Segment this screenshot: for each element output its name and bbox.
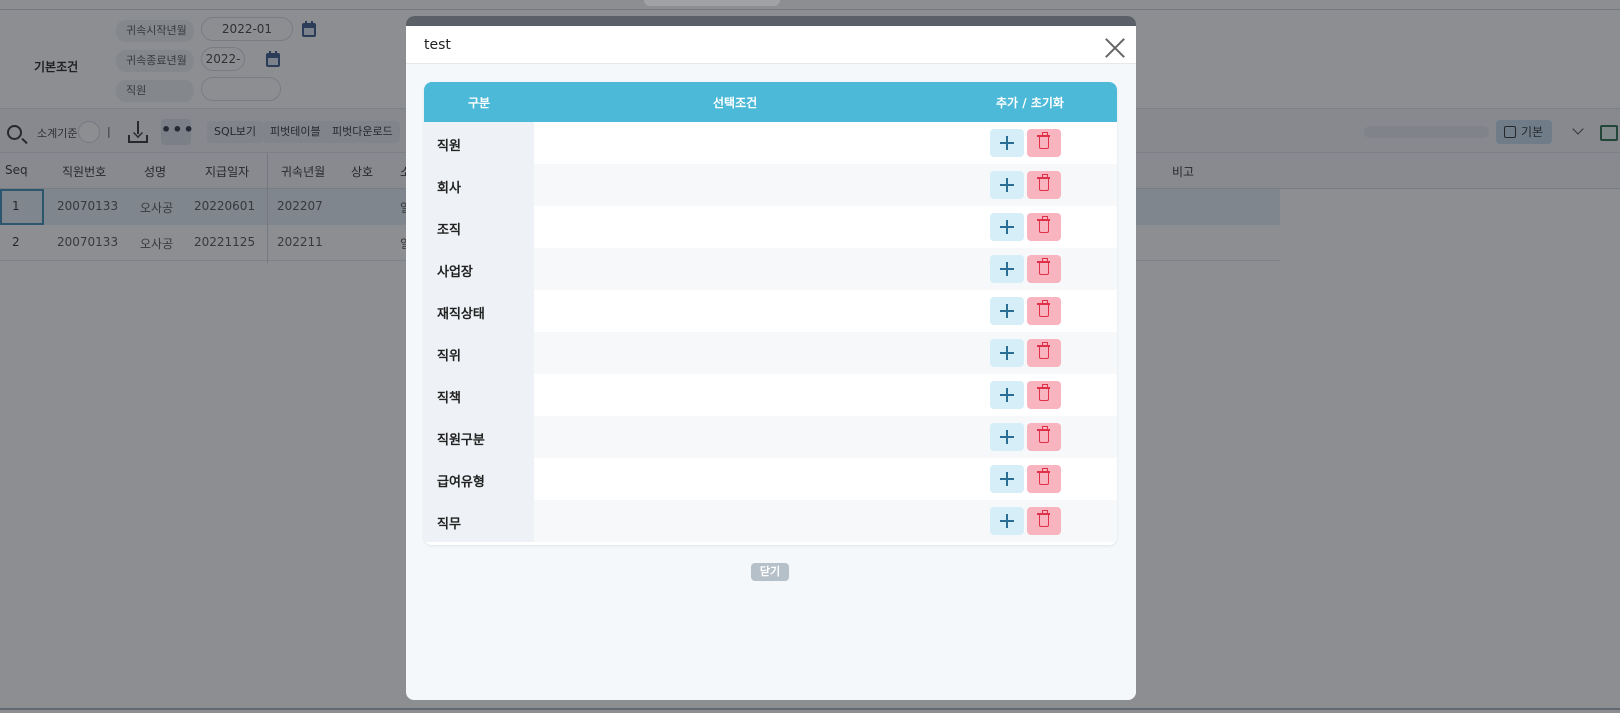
condition-row: 직원구분 [424, 416, 1117, 458]
condition-label: 직책 [437, 391, 461, 406]
condition-row: 회사 [424, 164, 1117, 206]
dialog-topbar [406, 16, 1136, 26]
trash-icon [1037, 300, 1050, 317]
trash-icon [1037, 174, 1050, 191]
column-header: 선택조건 [713, 96, 758, 110]
condition-label: 급여유형 [437, 475, 485, 490]
condition-row: 직책 [424, 374, 1117, 416]
condition-table: 구분 선택조건 추가 / 초기화 직원 회사 조직 사업장 재직상태 직위 직책… [424, 82, 1117, 545]
add-icon[interactable] [990, 171, 1024, 199]
add-icon[interactable] [990, 381, 1024, 409]
column-header: 추가 / 초기화 [996, 96, 1064, 110]
close-icon[interactable] [1104, 37, 1126, 59]
reset-button[interactable] [1027, 171, 1061, 199]
condition-row: 조직 [424, 206, 1117, 248]
trash-icon [1037, 426, 1050, 443]
column-header: 구분 [468, 96, 491, 110]
condition-row: 직위 [424, 332, 1117, 374]
trash-icon [1037, 132, 1050, 149]
condition-table-header: 구분 선택조건 추가 / 초기화 [424, 82, 1117, 122]
trash-icon [1037, 342, 1050, 359]
add-icon[interactable] [990, 129, 1024, 157]
add-icon[interactable] [990, 213, 1024, 241]
reset-button[interactable] [1027, 507, 1061, 535]
add-icon[interactable] [990, 423, 1024, 451]
trash-icon [1037, 510, 1050, 527]
reset-button[interactable] [1027, 213, 1061, 241]
add-icon[interactable] [990, 297, 1024, 325]
condition-label: 직무 [437, 517, 461, 532]
condition-dialog: test 구분 선택조건 추가 / 초기화 직원 회사 조직 사업장 재직상태 … [406, 16, 1136, 700]
reset-button[interactable] [1027, 339, 1061, 367]
trash-icon [1037, 468, 1050, 485]
condition-row: 직무 [424, 500, 1117, 542]
condition-label: 사업장 [437, 265, 473, 280]
condition-label: 직원 [437, 139, 461, 154]
add-icon[interactable] [990, 465, 1024, 493]
add-icon[interactable] [990, 255, 1024, 283]
condition-row: 재직상태 [424, 290, 1117, 332]
trash-icon [1037, 384, 1050, 401]
condition-label: 직위 [437, 349, 461, 364]
reset-button[interactable] [1027, 129, 1061, 157]
reset-button[interactable] [1027, 255, 1061, 283]
condition-label: 조직 [437, 223, 461, 238]
condition-label: 재직상태 [437, 307, 485, 322]
dialog-header: test [406, 26, 1136, 64]
trash-icon [1037, 216, 1050, 233]
add-icon[interactable] [990, 507, 1024, 535]
condition-row: 직원 [424, 122, 1117, 164]
reset-button[interactable] [1027, 465, 1061, 493]
add-icon[interactable] [990, 339, 1024, 367]
trash-icon [1037, 258, 1050, 275]
condition-row: 사업장 [424, 248, 1117, 290]
backdrop-tab [644, 0, 780, 6]
condition-label: 회사 [437, 181, 461, 196]
reset-button[interactable] [1027, 297, 1061, 325]
reset-button[interactable] [1027, 423, 1061, 451]
close-button[interactable]: 닫기 [751, 563, 789, 581]
reset-button[interactable] [1027, 381, 1061, 409]
condition-row: 급여유형 [424, 458, 1117, 500]
condition-label: 직원구분 [437, 433, 485, 448]
dialog-title: test [424, 37, 451, 53]
